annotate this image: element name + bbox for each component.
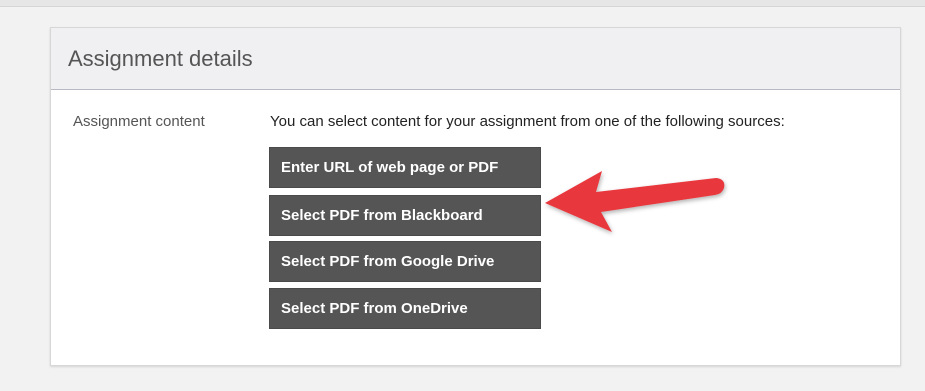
select-pdf-onedrive-button[interactable]: Select PDF from OneDrive [269,288,541,329]
page: Assignment details Assignment content Yo… [0,0,925,391]
red-arrow-icon [545,171,725,232]
panel-title: Assignment details [68,45,253,71]
assignment-content-description: You can select content for your assignme… [270,113,785,130]
assignment-content-row: Assignment content You can select conten… [51,90,900,365]
panel-header: Assignment details [51,28,900,90]
top-divider [0,0,925,7]
select-pdf-blackboard-button[interactable]: Select PDF from Blackboard [269,195,541,236]
assignment-content-label: Assignment content [73,113,205,130]
enter-url-button[interactable]: Enter URL of web page or PDF [269,147,541,188]
select-pdf-google-drive-button[interactable]: Select PDF from Google Drive [269,241,541,282]
assignment-details-panel: Assignment details Assignment content Yo… [50,27,901,366]
